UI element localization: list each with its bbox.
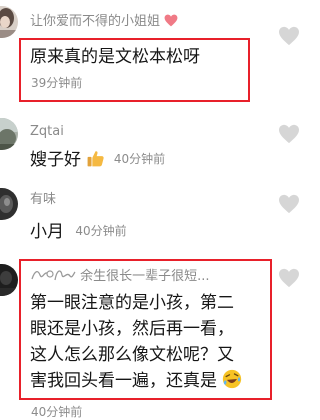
comment-item: 让你爱而不得的小姐姐 原来真的是文松本松呀 39分钟前 [0, 0, 313, 108]
avatar[interactable] [0, 188, 18, 220]
comment-time: 40分钟前 [113, 152, 166, 166]
comment-item: Zqtai 嫂子好 40分钟前 [0, 108, 313, 184]
like-heart-icon[interactable] [278, 194, 300, 214]
username[interactable]: 让你爱而不得的小姐姐 [30, 14, 178, 32]
comment-time: 40分钟前 [75, 224, 127, 238]
comment-time: 40分钟前 [31, 405, 83, 419]
avatar[interactable] [0, 6, 18, 38]
comment-line: 小月 40分钟前 [30, 220, 127, 243]
comment-text: 嫂子好 [30, 150, 81, 170]
comment-line: 嫂子好 40分钟前 [30, 148, 165, 174]
username[interactable]: Zqtai [30, 124, 64, 140]
avatar[interactable] [0, 118, 18, 150]
heart-icon [164, 14, 178, 32]
comment-text: 小月 [30, 222, 64, 242]
highlight-box [19, 38, 250, 102]
like-heart-icon[interactable] [278, 268, 300, 288]
avatar[interactable] [0, 264, 18, 296]
like-heart-icon[interactable] [278, 124, 300, 144]
username[interactable]: 有味 [30, 192, 56, 208]
like-heart-icon[interactable] [278, 26, 300, 46]
username-text: 让你爱而不得的小姐姐 [30, 14, 161, 29]
thumbs-up-icon [86, 149, 105, 174]
highlight-box [19, 259, 272, 400]
comment-item: 有味 小月 40分钟前 [0, 184, 313, 260]
